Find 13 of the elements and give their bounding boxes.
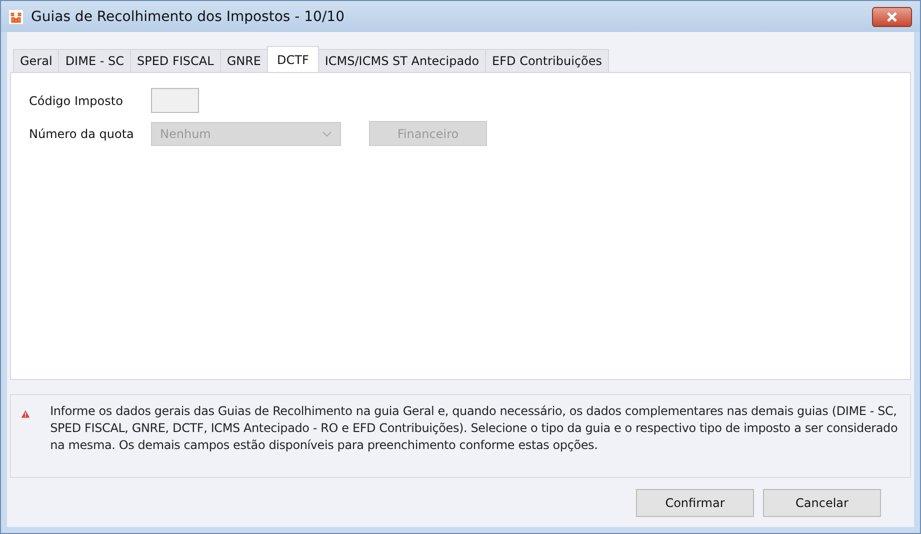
message-text: Informe os dados gerais das Guias de Recolhimento na guia Geral e, quando necessário, os dados complementares nas demais guias (DIME - SC, SPED FISCAL, GNRE, DCTF, ICMS Antecipado - RO e EFD Contribuições). Selecione o tipo da guia e o respectivo tipo de imposto a ser considerado na mesma. Os demais campos estão disponíveis para preenchimento conforme estas opções. <box>50 403 899 454</box>
tab[interactable]: Geral <box>13 49 60 72</box>
field-label: Código Imposto <box>29 94 124 108</box>
confirm-button[interactable]: Confirmar <box>636 489 754 517</box>
field-label: Número da quota <box>29 126 135 140</box>
tab[interactable]: GNRE <box>220 49 268 72</box>
tab[interactable]: DIME - SC <box>58 49 131 72</box>
tab[interactable]: DCTF <box>267 46 319 72</box>
tab[interactable]: SPED FISCAL <box>130 49 221 72</box>
window-title: Guias de Recolhimento dos Impostos - 10/10 <box>31 8 344 24</box>
tab[interactable]: ICMS/ICMS ST Antecipado <box>318 49 486 72</box>
tab[interactable]: EFD Contribuições <box>485 49 610 72</box>
cancel-button[interactable]: Cancelar <box>763 489 881 517</box>
